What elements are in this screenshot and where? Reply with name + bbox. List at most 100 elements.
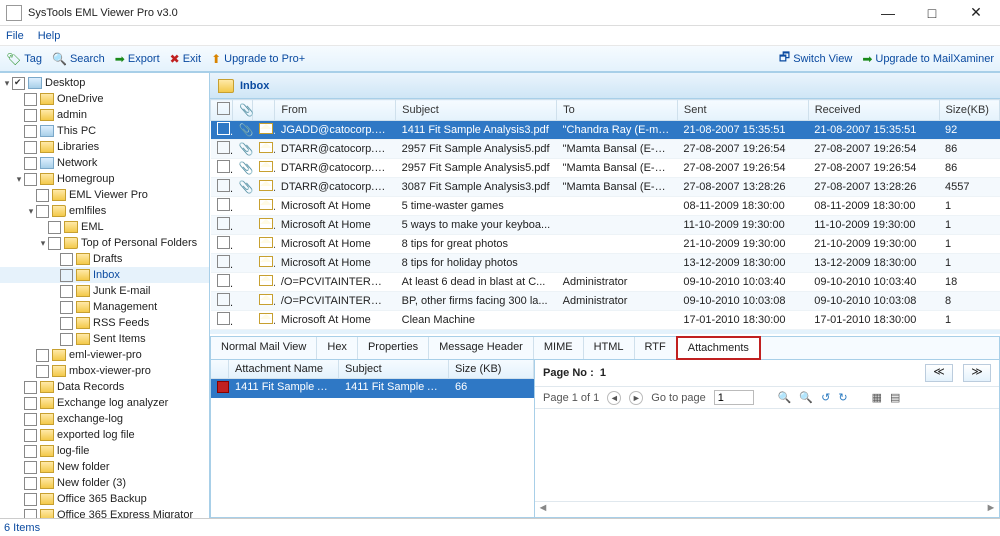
toggle-icon[interactable]: ▾: [2, 78, 12, 89]
tree-item[interactable]: log-file: [0, 443, 209, 459]
checkbox[interactable]: [60, 317, 73, 330]
tree-item[interactable]: EML: [0, 219, 209, 235]
tree-item[interactable]: Network: [0, 155, 209, 171]
checkbox[interactable]: [12, 77, 25, 90]
tree-item[interactable]: exported log file: [0, 427, 209, 443]
undo-icon[interactable]: ↺: [821, 391, 830, 404]
tree-item[interactable]: New folder: [0, 459, 209, 475]
tree-item[interactable]: EML Viewer Pro: [0, 187, 209, 203]
checkbox[interactable]: [24, 397, 37, 410]
menu-help[interactable]: Help: [38, 30, 61, 42]
row-checkbox[interactable]: [217, 312, 230, 325]
checkbox[interactable]: [36, 205, 49, 218]
email-row[interactable]: Microsoft At Home 5 ways to make your ke…: [211, 216, 1000, 235]
attachment-row[interactable]: 1411 Fit Sample Analys... 1411 Fit Sampl…: [211, 379, 534, 398]
view-tab[interactable]: HTML: [584, 337, 635, 359]
email-row[interactable]: 📎 DTARR@catocorp.com 2957 Fit Sample Ana…: [211, 159, 1000, 178]
checkbox[interactable]: [36, 189, 49, 202]
prev-page-button[interactable]: ≪: [925, 364, 953, 382]
email-row[interactable]: 📎 JGADD@catocorp.com 1411 Fit Sample Ana…: [211, 121, 1000, 140]
checkbox[interactable]: [60, 285, 73, 298]
goto-input[interactable]: [714, 390, 754, 405]
email-row[interactable]: Microsoft At Home 8 tips for great photo…: [211, 235, 1000, 254]
checkbox[interactable]: [24, 109, 37, 122]
col-attachment[interactable]: 📎: [233, 100, 253, 121]
export-button[interactable]: ➡Export: [115, 52, 160, 66]
nav-fwd-icon[interactable]: ►: [629, 391, 643, 405]
row-checkbox[interactable]: [217, 179, 230, 192]
preview-scrollbar[interactable]: ◄ ►: [535, 501, 999, 517]
next-page-button[interactable]: ≫: [963, 364, 991, 382]
row-checkbox[interactable]: [217, 255, 230, 268]
tree-item[interactable]: ▾ Top of Personal Folders: [0, 235, 209, 251]
email-row[interactable]: 📎 DTARR@catocorp.com 2957 Fit Sample Ana…: [211, 140, 1000, 159]
zoom-in-icon[interactable]: 🔍: [799, 391, 813, 404]
menu-file[interactable]: File: [6, 30, 24, 42]
switch-view-button[interactable]: 🗗Switch View: [779, 48, 852, 69]
checkbox[interactable]: [24, 461, 37, 474]
checkbox[interactable]: [48, 221, 61, 234]
checkbox[interactable]: [24, 429, 37, 442]
tree-item[interactable]: Office 365 Backup: [0, 491, 209, 507]
tree-item[interactable]: Drafts: [0, 251, 209, 267]
checkbox[interactable]: [60, 301, 73, 314]
checkbox[interactable]: [24, 413, 37, 426]
checkbox[interactable]: [24, 173, 37, 186]
toggle-icon[interactable]: ▾: [14, 174, 24, 185]
checkbox[interactable]: [60, 269, 73, 282]
tree-item[interactable]: mbox-viewer-pro: [0, 363, 209, 379]
row-checkbox[interactable]: [217, 274, 230, 287]
tree-item[interactable]: eml-viewer-pro: [0, 347, 209, 363]
row-checkbox[interactable]: [217, 198, 230, 211]
tree-item[interactable]: Inbox: [0, 267, 209, 283]
col-from[interactable]: From: [275, 100, 396, 121]
tree-item[interactable]: Sent Items: [0, 331, 209, 347]
row-checkbox[interactable]: [217, 293, 230, 306]
checkbox[interactable]: [36, 349, 49, 362]
view-tab[interactable]: Properties: [358, 337, 429, 359]
email-row[interactable]: Microsoft At Home 8 tips for holiday pho…: [211, 254, 1000, 273]
view-tab[interactable]: Attachments: [676, 336, 761, 360]
row-checkbox[interactable]: [217, 236, 230, 249]
tree-item[interactable]: exchange-log: [0, 411, 209, 427]
zoom-out-icon[interactable]: 🔍: [778, 391, 792, 404]
search-button[interactable]: 🔍Search: [52, 52, 105, 66]
email-row[interactable]: Microsoft At Home Clean Machine 17-01-20…: [211, 311, 1000, 330]
grid-header-row[interactable]: 📎 From Subject To Sent Received Size(KB): [211, 100, 1000, 121]
fit-icon[interactable]: ▦: [872, 391, 882, 404]
checkbox[interactable]: [60, 253, 73, 266]
checkbox[interactable]: [24, 93, 37, 106]
tree-item[interactable]: Junk E-mail: [0, 283, 209, 299]
maximize-button[interactable]: □: [910, 0, 954, 26]
tag-button[interactable]: 🏷Tag: [6, 52, 42, 66]
minimize-button[interactable]: —: [866, 0, 910, 26]
folder-tree[interactable]: ▾ Desktop OneDrive admin This PC Librari…: [0, 73, 209, 518]
email-row[interactable]: /O=PCVITAINTERNAL/OU=FI... At least 6 de…: [211, 273, 1000, 292]
tree-item[interactable]: RSS Feeds: [0, 315, 209, 331]
upgrade-mx-button[interactable]: ➡Upgrade to MailXaminer: [862, 52, 994, 66]
tree-item[interactable]: New folder (3): [0, 475, 209, 491]
checkbox[interactable]: [24, 445, 37, 458]
tree-item[interactable]: ▾ emlfiles: [0, 203, 209, 219]
email-row[interactable]: 📎 DTARR@catocorp.com 3087 Fit Sample Ana…: [211, 178, 1000, 197]
row-checkbox[interactable]: [217, 141, 230, 154]
email-row[interactable]: Microsoft At Home 5 time-waster games 08…: [211, 197, 1000, 216]
scroll-left-icon[interactable]: ◄: [535, 502, 551, 517]
tree-item[interactable]: ▾ Desktop: [0, 75, 209, 91]
row-checkbox[interactable]: [217, 217, 230, 230]
attachments-list[interactable]: 1411 Fit Sample Analys... 1411 Fit Sampl…: [211, 379, 534, 398]
checkbox[interactable]: [24, 141, 37, 154]
email-grid[interactable]: 📎 From Subject To Sent Received Size(KB)…: [210, 99, 1000, 330]
tree-item[interactable]: Exchange log analyzer: [0, 395, 209, 411]
toggle-icon[interactable]: ▾: [26, 206, 36, 217]
checkbox[interactable]: [24, 493, 37, 506]
tree-item[interactable]: Office 365 Express Migrator: [0, 507, 209, 518]
col-sent[interactable]: Sent: [677, 100, 808, 121]
email-row[interactable]: /O=PCVITAINTERNAL/OU=FI... BP, other fir…: [211, 292, 1000, 311]
view-tab[interactable]: Normal Mail View: [211, 337, 317, 359]
nav-back-icon[interactable]: ◄: [607, 391, 621, 405]
tree-item[interactable]: ▾ Homegroup: [0, 171, 209, 187]
tree-item[interactable]: This PC: [0, 123, 209, 139]
col-icon[interactable]: [253, 100, 275, 121]
col-att-size[interactable]: Size (KB): [449, 360, 534, 378]
